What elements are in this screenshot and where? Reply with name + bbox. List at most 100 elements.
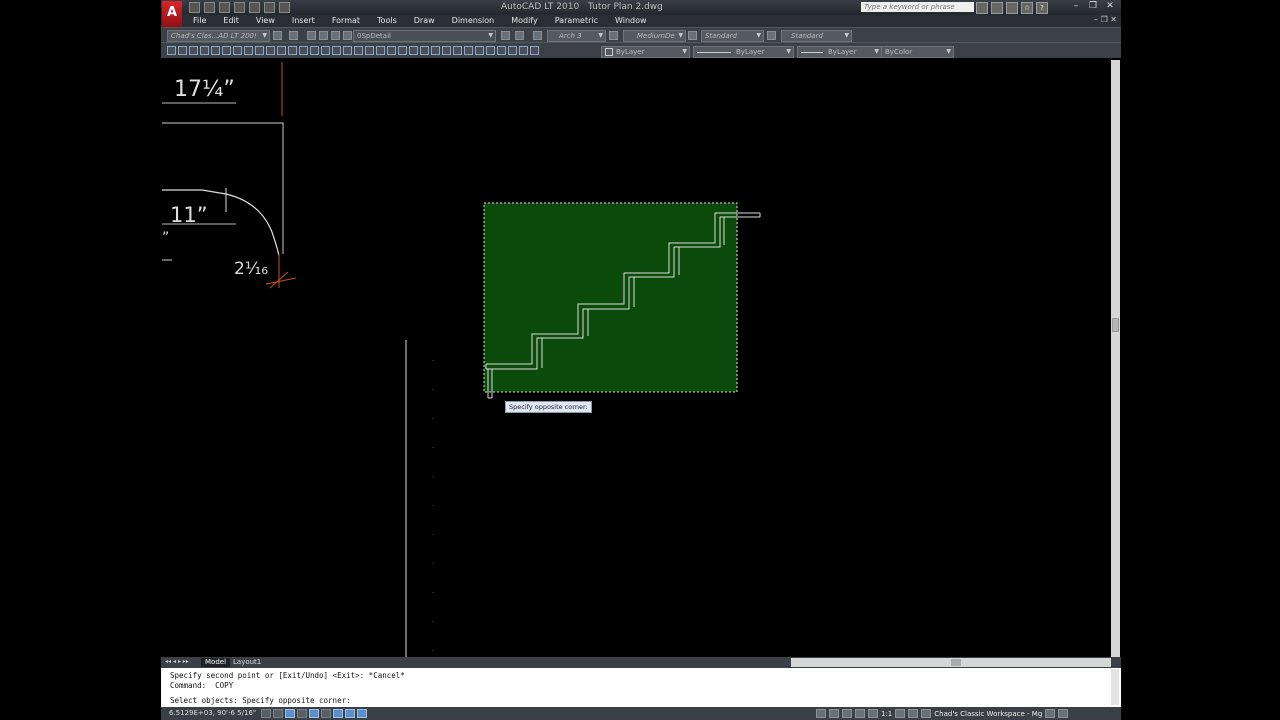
table-style-icon[interactable] [688, 31, 697, 40]
zoom-previous-icon[interactable] [486, 46, 495, 55]
workspace-status[interactable]: Chad's Classic Workspace - Mg [934, 710, 1042, 718]
menu-draw[interactable]: Draw [414, 15, 435, 27]
orange-dimension-tick[interactable] [265, 277, 297, 285]
redo-icon[interactable] [508, 46, 517, 55]
subscription-icon[interactable] [991, 2, 1003, 14]
menu-insert[interactable]: Insert [292, 15, 315, 27]
region-icon[interactable] [409, 46, 418, 55]
tab-navigation-arrows[interactable]: ◂◂ ◂ ▸ ▸▸ [165, 658, 189, 665]
mirror-icon[interactable] [266, 46, 275, 55]
menu-tools[interactable]: Tools [377, 15, 397, 27]
workspace-settings-icon[interactable] [273, 31, 282, 40]
text-style-dropdown[interactable]: Arch 3 ▼ [547, 30, 606, 42]
dimension-style-dropdown[interactable]: MediumDe ▼ [623, 30, 686, 42]
layer-properties-icon[interactable] [289, 31, 298, 40]
fillet-icon[interactable] [321, 46, 330, 55]
redo-icon[interactable] [264, 2, 275, 13]
trim-icon[interactable] [299, 46, 308, 55]
menu-modify[interactable]: Modify [511, 15, 538, 27]
menu-file[interactable]: File [193, 15, 206, 27]
layer-on-icon[interactable] [307, 31, 316, 40]
tab-layout1[interactable]: Layout1 [229, 658, 265, 667]
extend-icon[interactable] [310, 46, 319, 55]
copy-icon[interactable] [255, 46, 264, 55]
dimension-text-small[interactable]: 2¹⁄₁₆ [234, 259, 268, 279]
save-icon[interactable] [219, 2, 230, 13]
hatch-icon[interactable] [398, 46, 407, 55]
menu-dimension[interactable]: Dimension [452, 15, 495, 27]
ortho-mode-icon[interactable] [285, 709, 295, 718]
circle-icon[interactable] [233, 46, 242, 55]
chamfer-icon[interactable] [332, 46, 341, 55]
design-center-icon[interactable] [530, 46, 539, 55]
array-icon[interactable] [288, 46, 297, 55]
text-style-icon[interactable] [533, 31, 542, 40]
dimension-text-partial[interactable]: ” [162, 230, 169, 246]
erase-icon[interactable] [200, 46, 209, 55]
search-input[interactable]: Type a keyword or phrase [861, 2, 974, 12]
insert-icon[interactable] [453, 46, 462, 55]
clean-screen-icon[interactable] [1058, 709, 1069, 718]
polar-tracking-icon[interactable] [297, 709, 307, 718]
make-object-layer-current-icon[interactable] [501, 31, 510, 40]
stretch-icon[interactable] [343, 46, 352, 55]
help-icon[interactable]: ? [1036, 2, 1048, 14]
command-prompt-line[interactable]: Select objects: Specify opposite corner: [170, 696, 351, 705]
break-icon[interactable] [365, 46, 374, 55]
drawing-canvas[interactable]: 17¼” 11” ” 2¹⁄₁₆ Specify opposite corner… [162, 60, 1108, 657]
offset-icon[interactable] [277, 46, 286, 55]
lineweight-display-icon[interactable] [345, 709, 355, 718]
menu-edit[interactable]: Edit [223, 15, 239, 27]
dimension-text-top[interactable]: 17¼” [174, 77, 235, 102]
horizontal-scrollbar[interactable] [791, 658, 1111, 667]
dynamic-input-icon[interactable] [333, 709, 343, 718]
object-snap-tracking-icon[interactable] [321, 709, 331, 718]
detail-outline[interactable] [162, 122, 284, 254]
multileader-style-dropdown[interactable]: Standard ▼ [781, 30, 852, 42]
table-icon[interactable] [420, 46, 429, 55]
zoom-icon[interactable] [855, 709, 865, 718]
quick-view-layouts-icon[interactable] [829, 709, 839, 718]
quick-properties-icon[interactable] [357, 709, 367, 718]
linetype-dropdown[interactable]: ByLayer ▼ [693, 46, 794, 58]
print-icon[interactable] [234, 2, 245, 13]
explode-icon[interactable] [387, 46, 396, 55]
layer-freeze-icon[interactable] [319, 31, 328, 40]
annotation-scale-icon[interactable] [868, 709, 878, 718]
new-icon[interactable] [189, 2, 200, 13]
model-space-icon[interactable] [816, 709, 826, 718]
horizontal-scroll-thumb[interactable] [951, 659, 961, 666]
zoom-icon[interactable] [475, 46, 484, 55]
plotstyle-dropdown[interactable]: ByColor ▼ [881, 46, 954, 58]
restore-icon[interactable]: ❐ [1086, 1, 1100, 12]
line-icon[interactable] [167, 46, 176, 55]
open-icon[interactable] [204, 2, 215, 13]
command-window[interactable]: Specify second point or [Exit/Undo] <Exi… [161, 668, 1121, 707]
join-icon[interactable] [376, 46, 385, 55]
dropdown-icon[interactable] [279, 2, 290, 13]
drawing-area[interactable]: 17¼” 11” ” 2¹⁄₁₆ [162, 60, 1108, 657]
construction-line-icon[interactable] [178, 46, 187, 55]
scale-icon[interactable] [354, 46, 363, 55]
object-snap-icon[interactable] [309, 709, 319, 718]
block-icon[interactable] [442, 46, 451, 55]
layer-color-icon[interactable] [343, 31, 352, 40]
layer-lock-icon[interactable] [331, 31, 340, 40]
workspace-switching-icon[interactable] [921, 709, 932, 718]
dimension-style-icon[interactable] [609, 31, 618, 40]
binoculars-icon[interactable] [976, 2, 988, 14]
application-menu-button[interactable]: A [162, 1, 182, 27]
star-icon[interactable]: ☆ [1021, 2, 1033, 14]
undo-icon[interactable] [497, 46, 506, 55]
arc-icon[interactable] [244, 46, 253, 55]
menu-format[interactable]: Format [332, 15, 360, 27]
drawing-window-controls[interactable]: – ❐ ✕ [1094, 15, 1117, 24]
polyline-icon[interactable] [189, 46, 198, 55]
mtext-icon[interactable] [431, 46, 440, 55]
layer-dropdown[interactable]: 0SpDetail ▼ [353, 30, 496, 42]
dimension-text-mid[interactable]: 11” [170, 203, 208, 227]
table-style-dropdown[interactable]: Standard ▼ [701, 30, 764, 42]
auto-scale-icon[interactable] [908, 709, 919, 718]
properties-icon[interactable] [519, 46, 528, 55]
vertical-scrollbar[interactable] [1111, 60, 1120, 657]
